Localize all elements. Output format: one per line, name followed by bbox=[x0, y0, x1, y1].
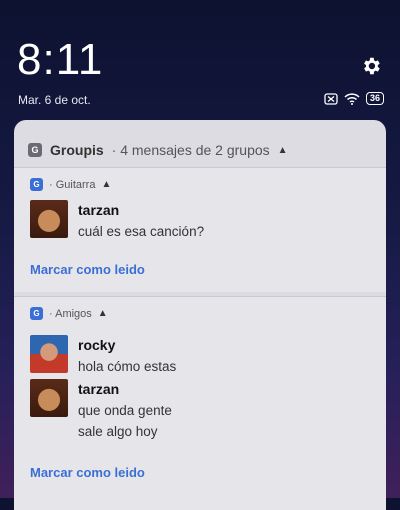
group-name: · Amigos bbox=[49, 307, 92, 320]
message-item: tarzan que onda gente sale algo hoy bbox=[30, 379, 172, 439]
sender-name: tarzan bbox=[78, 202, 120, 218]
chevron-up-icon[interactable]: ▲ bbox=[98, 308, 108, 319]
chevron-up-icon[interactable]: ▲ bbox=[101, 179, 111, 190]
sender-name: rocky bbox=[78, 337, 116, 353]
message-text: hola cómo estas bbox=[78, 359, 177, 374]
notification-card[interactable]: G Groupis · 4 mensajes de 2 grupos ▲ G ·… bbox=[14, 120, 386, 510]
message-text: sale algo hoy bbox=[78, 424, 158, 439]
avatar-tarzan bbox=[30, 200, 68, 238]
app-name: Groupis bbox=[50, 142, 104, 158]
avatar-tarzan bbox=[30, 379, 68, 417]
group-header[interactable]: G · Amigos ▲ bbox=[30, 307, 108, 320]
group-app-icon: G bbox=[30, 178, 43, 191]
date-label: Mar. 6 de oct. bbox=[18, 93, 91, 107]
group-app-icon: G bbox=[30, 307, 43, 320]
status-icons: 36 bbox=[324, 92, 384, 105]
groupis-app-icon: G bbox=[28, 143, 42, 157]
chevron-up-icon[interactable]: ▲ bbox=[278, 145, 288, 156]
sender-name: tarzan bbox=[78, 381, 120, 397]
message-text: que onda gente bbox=[78, 403, 172, 418]
wifi-icon bbox=[344, 92, 360, 105]
message-text: cuál es esa canción? bbox=[78, 224, 205, 239]
avatar-rocky bbox=[30, 335, 68, 373]
message-item: rocky hola cómo estas bbox=[30, 335, 176, 374]
mark-read-button[interactable]: Marcar como leido bbox=[30, 465, 145, 480]
message-item: tarzan cuál es esa canción? bbox=[30, 200, 204, 239]
group-header[interactable]: G · Guitarra ▲ bbox=[30, 178, 111, 191]
dnd-icon bbox=[324, 92, 338, 105]
notification-app-header[interactable]: G Groupis · 4 mensajes de 2 grupos ▲ bbox=[28, 142, 288, 158]
group-guitarra[interactable]: G · Guitarra ▲ tarzan cuál es esa canció… bbox=[14, 167, 386, 292]
settings-gear-icon[interactable] bbox=[360, 55, 382, 77]
group-name: · Guitarra bbox=[49, 178, 96, 191]
clock: 8:11 bbox=[17, 35, 104, 84]
mark-read-button[interactable]: Marcar como leido bbox=[30, 262, 145, 277]
group-amigos[interactable]: G · Amigos ▲ rocky hola cómo estas tarza… bbox=[14, 296, 386, 510]
notification-summary: · 4 mensajes de 2 grupos bbox=[111, 142, 270, 158]
battery-icon: 36 bbox=[365, 92, 384, 105]
